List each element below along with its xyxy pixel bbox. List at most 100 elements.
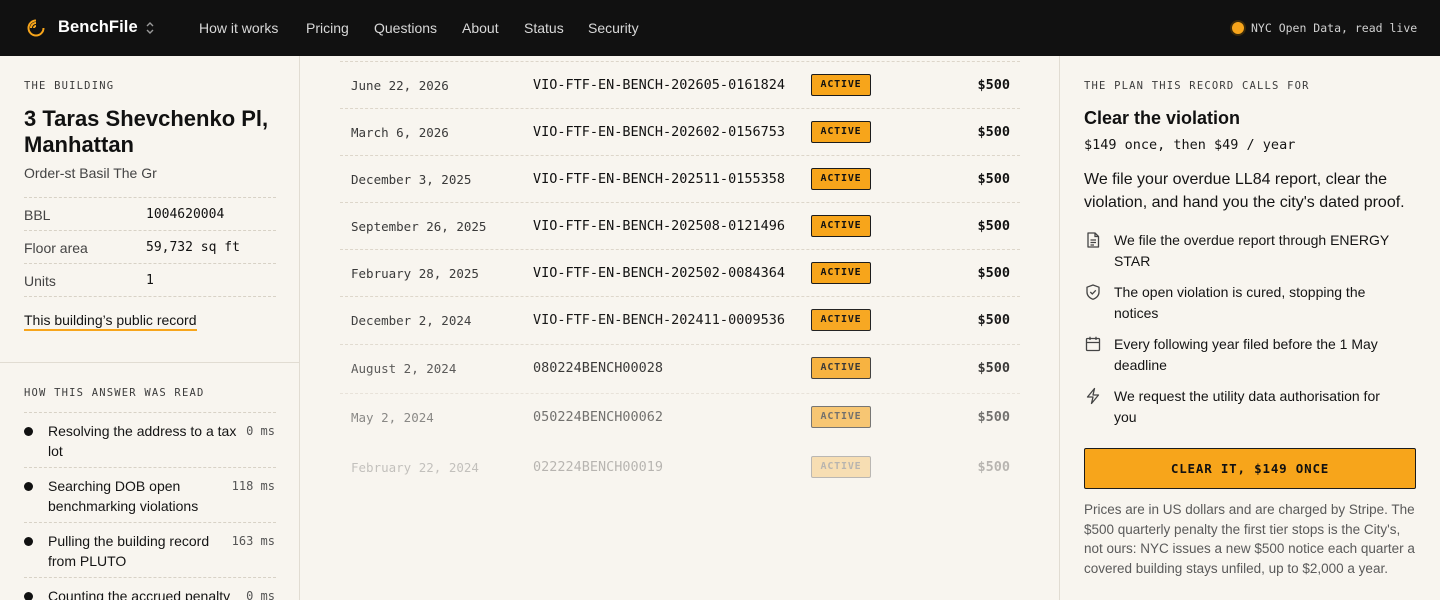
pricing-fine-print: Prices are in US dollars and are charged…	[1084, 502, 1415, 576]
step-bullet-icon	[24, 537, 33, 546]
reading-eyebrow: HOW THIS ANSWER WAS READ	[24, 387, 205, 399]
building-title-line2: Manhattan	[24, 132, 134, 157]
violation-row[interactable]: September 26, 2025 VIO-FTF-EN-BENCH-2025…	[340, 202, 1020, 249]
status-badge: ACTIVE	[811, 121, 871, 143]
plan-description: We file your overdue LL84 report, clear …	[1084, 171, 1405, 211]
status-badge: ACTIVE	[811, 74, 871, 96]
fact-value-bbl: 1004620004	[146, 207, 225, 222]
plan-title: Clear the violation	[1084, 108, 1241, 128]
nav-how-it-works[interactable]: How it works	[199, 20, 278, 36]
violation-id: VIO-FTF-EN-BENCH-202508-0121496	[533, 218, 785, 234]
public-record-link[interactable]: This building’s public record	[24, 312, 197, 331]
divider	[24, 467, 276, 468]
nav-pricing[interactable]: Pricing	[306, 20, 349, 36]
fact-value-units: 1	[146, 273, 154, 288]
live-status-text: NYC Open Data, read live	[1251, 21, 1418, 35]
chevron-updown-icon[interactable]	[144, 19, 156, 37]
step-duration: 0 ms	[246, 589, 275, 600]
step-label: Searching DOB open benchmarking violatio…	[48, 478, 199, 514]
step-duration: 118 ms	[231, 479, 275, 493]
violation-row[interactable]: December 3, 2025 VIO-FTF-EN-BENCH-202511…	[340, 155, 1020, 202]
step-label: Counting the accrued penalty	[48, 588, 231, 600]
building-title-line1: 3 Taras Shevchenko Pl,	[24, 106, 269, 131]
violation-amount: $500	[977, 77, 1010, 93]
violation-date: December 2, 2024	[351, 313, 472, 328]
divider	[24, 522, 276, 523]
violation-date: February 22, 2024	[351, 460, 479, 475]
shield-check-icon	[1086, 284, 1100, 300]
violation-id: VIO-FTF-EN-BENCH-202411-0009536	[533, 312, 785, 328]
violation-date: June 22, 2026	[351, 78, 449, 93]
violation-date: August 2, 2024	[351, 361, 457, 376]
status-badge: ACTIVE	[811, 262, 871, 284]
divider	[24, 230, 276, 231]
plan-price: $149 once, then $49 / year	[1084, 137, 1296, 153]
document-icon	[1087, 232, 1100, 248]
violation-date: September 26, 2025	[351, 219, 487, 234]
plan-panel: THE PLAN THIS RECORD CALLS FOR Clear the…	[1059, 56, 1440, 600]
fact-key-bbl: BBL	[24, 207, 51, 223]
step-label: Pulling the building record from PLUTO	[48, 533, 210, 569]
step-label: Resolving the address to a tax lot	[48, 423, 237, 459]
violation-date: March 6, 2026	[351, 125, 449, 140]
violation-row[interactable]: December 2, 2024 VIO-FTF-EN-BENCH-202411…	[340, 296, 1020, 343]
violation-amount: $500	[977, 360, 1010, 376]
violation-date: February 28, 2025	[351, 266, 479, 281]
feature-text: The open violation is cured, stopping th…	[1114, 284, 1366, 321]
top-nav-bar: BenchFile How it works Pricing Questions…	[0, 0, 1440, 56]
feature-text: We file the overdue report through ENERG…	[1114, 232, 1389, 269]
clear-it-button[interactable]: CLEAR IT, $149 ONCE	[1084, 448, 1416, 489]
violation-id: VIO-FTF-EN-BENCH-202511-0155358	[533, 171, 785, 187]
plan-eyebrow: THE PLAN THIS RECORD CALLS FOR	[1084, 80, 1310, 92]
step-duration: 163 ms	[231, 534, 275, 548]
violation-id: VIO-FTF-EN-BENCH-202502-0084364	[533, 265, 785, 281]
divider	[24, 197, 276, 198]
divider	[24, 263, 276, 264]
step-bullet-icon	[24, 592, 33, 600]
violation-id: VIO-FTF-EN-BENCH-202602-0156753	[533, 124, 785, 140]
status-badge: ACTIVE	[811, 456, 871, 478]
live-status-dot	[1232, 22, 1244, 34]
status-badge: ACTIVE	[811, 309, 871, 331]
status-badge: ACTIVE	[811, 357, 871, 379]
fact-value-floor-area: 59,732 sq ft	[146, 240, 240, 255]
building-panel: THE BUILDING 3 Taras Shevchenko Pl, Manh…	[0, 56, 300, 600]
nav-questions[interactable]: Questions	[374, 20, 437, 36]
violation-row[interactable]: August 2, 2024 080224BENCH00028 ACTIVE $…	[340, 344, 1020, 391]
violation-row[interactable]: March 6, 2026 VIO-FTF-EN-BENCH-202602-01…	[340, 108, 1020, 155]
violation-id: 050224BENCH00062	[533, 409, 664, 425]
fact-key-units: Units	[24, 273, 56, 289]
status-badge: ACTIVE	[811, 168, 871, 190]
nav-security[interactable]: Security	[588, 20, 639, 36]
divider	[24, 577, 276, 578]
violation-amount: $500	[977, 312, 1010, 328]
building-eyebrow: THE BUILDING	[24, 80, 115, 92]
violation-id: 080224BENCH00028	[533, 360, 664, 376]
nav-about[interactable]: About	[462, 20, 499, 36]
violation-amount: $500	[977, 171, 1010, 187]
violation-row[interactable]: February 28, 2025 VIO-FTF-EN-BENCH-20250…	[340, 249, 1020, 296]
step-bullet-icon	[24, 427, 33, 436]
brand-name[interactable]: BenchFile	[58, 18, 138, 37]
violation-amount: $500	[977, 218, 1010, 234]
feature-text: Every following year filed before the 1 …	[1114, 336, 1378, 373]
step-duration: 0 ms	[246, 424, 275, 438]
step-bullet-icon	[24, 482, 33, 491]
violation-row[interactable]: February 22, 2024 022224BENCH00019 ACTIV…	[340, 443, 1020, 490]
violation-amount: $500	[977, 265, 1010, 281]
violation-row[interactable]: June 22, 2026 VIO-FTF-EN-BENCH-202605-01…	[340, 61, 1020, 108]
divider	[24, 296, 276, 297]
fact-key-floor-area: Floor area	[24, 240, 88, 256]
status-badge: ACTIVE	[811, 215, 871, 237]
violation-date: December 3, 2025	[351, 172, 472, 187]
status-badge: ACTIVE	[811, 406, 871, 428]
violation-row[interactable]: May 2, 2024 050224BENCH00062 ACTIVE $500	[340, 393, 1020, 440]
brand-logo-icon[interactable]	[27, 19, 45, 37]
lightning-icon	[1086, 387, 1100, 405]
violation-amount: $500	[977, 409, 1010, 425]
nav-status[interactable]: Status	[524, 20, 564, 36]
violation-amount: $500	[977, 124, 1010, 140]
violation-amount: $500	[977, 459, 1010, 475]
violations-list: June 22, 2026 VIO-FTF-EN-BENCH-202605-01…	[301, 56, 1059, 600]
divider	[24, 412, 276, 413]
